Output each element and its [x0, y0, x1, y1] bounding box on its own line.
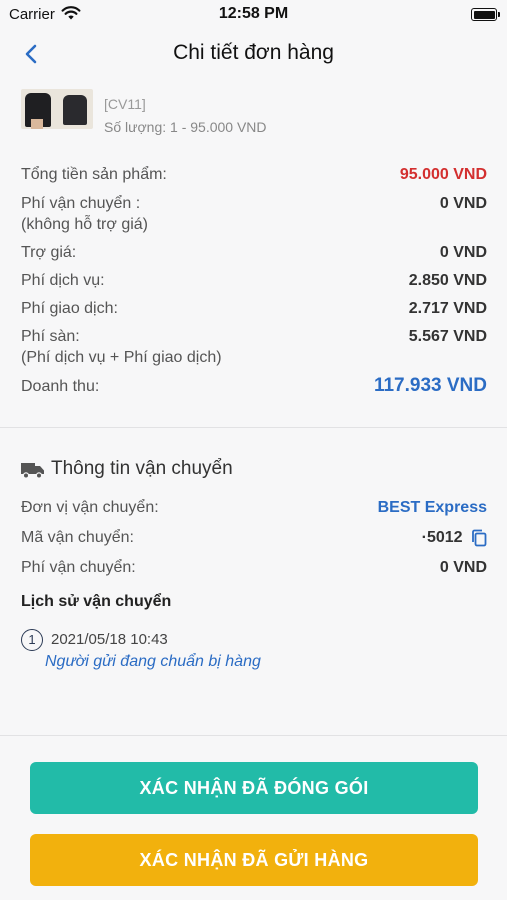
history-step-badge: 1: [21, 629, 43, 651]
shipping-fee-detail-value: 0 VND: [439, 559, 487, 576]
subsidy-label: Trợ giá:: [21, 244, 77, 261]
confirm-shipped-button[interactable]: XÁC NHẬN ĐÃ GỬI HÀNG: [30, 834, 478, 886]
battery-icon: [471, 8, 500, 21]
tracking-label: Mã vận chuyển:: [21, 529, 134, 546]
copy-icon[interactable]: [471, 529, 487, 547]
shipping-section-title: Thông tin vận chuyển: [51, 458, 233, 479]
product-sku: [CV11]: [104, 96, 146, 112]
tracking-number: ·5012: [421, 529, 463, 546]
carrier-value: BEST Express: [377, 499, 487, 516]
product-item[interactable]: [CV11] Số lượng: 1 - 95.000 VND: [0, 80, 507, 142]
action-bar: XÁC NHẬN ĐÃ ĐÓNG GÓI XÁC NHẬN ĐÃ GỬI HÀN…: [0, 735, 507, 900]
order-detail-content[interactable]: [CV11] Số lượng: 1 - 95.000 VND Tổng tiề…: [0, 80, 507, 735]
product-total-value: 95.000 VND: [399, 166, 487, 183]
shipping-history-title: Lịch sử vận chuyển: [21, 593, 172, 610]
platform-fee-value: 5.567 VND: [408, 328, 487, 345]
history-step-description: Người gửi đang chuẩn bị hàng: [45, 653, 261, 670]
shipping-fee-label: Phí vận chuyển :: [21, 195, 141, 212]
service-fee-value: 2.850 VND: [408, 272, 487, 289]
product-quantity: Số lượng: 1 - 95.000 VND: [104, 119, 267, 135]
page-title: Chi tiết đơn hàng: [173, 41, 334, 64]
clock: 12:58 PM: [218, 5, 289, 22]
transaction-fee-label: Phí giao dịch:: [21, 300, 118, 317]
platform-fee-note: (Phí dịch vụ + Phí giao dịch): [21, 349, 222, 366]
platform-fee-label: Phí sàn:: [21, 328, 80, 345]
transaction-fee-value: 2.717 VND: [408, 300, 487, 317]
revenue-value: 117.933 VND: [373, 375, 487, 396]
shipping-fee-value: 0 VND: [439, 195, 487, 212]
status-bar: Carrier 12:58 PM: [0, 0, 507, 30]
nav-bar: Chi tiết đơn hàng: [0, 30, 507, 80]
truck-icon: [21, 461, 45, 479]
confirm-packed-button[interactable]: XÁC NHẬN ĐÃ ĐÓNG GÓI: [30, 762, 478, 814]
revenue-label: Doanh thu:: [21, 378, 100, 395]
shipping-fee-detail-label: Phí vận chuyển:: [21, 559, 136, 576]
product-thumbnail: [21, 89, 93, 129]
product-total-label: Tổng tiền sản phẩm:: [21, 166, 167, 183]
product-name-clipped: [104, 80, 404, 82]
history-step-time: 2021/05/18 10:43: [51, 631, 168, 648]
section-divider: [0, 427, 507, 428]
subsidy-value: 0 VND: [439, 244, 487, 261]
service-fee-label: Phí dịch vụ:: [21, 272, 105, 289]
carrier-label: Đơn vị vận chuyển:: [21, 499, 159, 516]
shipping-fee-note: (không hỗ trợ giá): [21, 216, 148, 233]
